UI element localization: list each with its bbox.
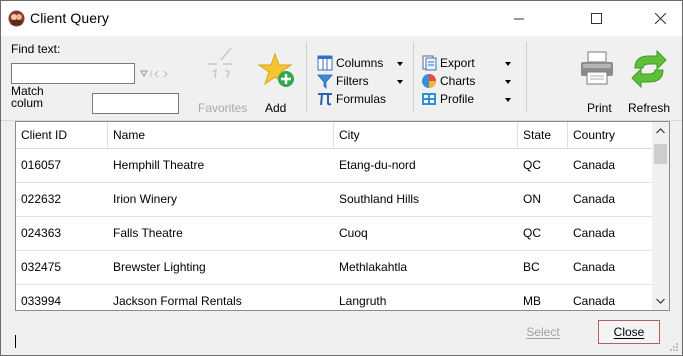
formulas-menu[interactable]: Formulas (317, 91, 386, 107)
column-header-name[interactable]: Name (108, 122, 334, 148)
window-title: Client Query (30, 10, 110, 26)
pi-formula-icon (318, 93, 332, 106)
cell-name: Hemphill Theatre (113, 158, 205, 172)
toolbar: Find text: Match colum Favorites Add Col… (1, 36, 682, 121)
toolbar-separator (306, 42, 307, 112)
scroll-down-icon[interactable] (656, 298, 665, 304)
title-bar: Client Query (1, 1, 682, 36)
filter-icon (317, 74, 333, 89)
find-text-label: Find text: (11, 42, 61, 56)
charts-menu[interactable]: Charts (421, 73, 475, 89)
filters-label: Filters (336, 74, 369, 88)
export-dropdown-arrow[interactable] (505, 62, 511, 66)
printer-icon (581, 51, 613, 85)
table-row[interactable]: 033994 Jackson Formal Rentals Langruth M… (16, 284, 661, 310)
match-column-label-2: colum (11, 96, 44, 110)
export-menu[interactable]: Export (421, 55, 475, 71)
cell-name: Irion Winery (113, 192, 178, 206)
cell-city: Methlakahtla (339, 260, 408, 274)
column-header-state[interactable]: State (518, 122, 568, 148)
star-add-icon (257, 52, 294, 87)
close-button[interactable]: Close (598, 320, 660, 344)
cell-name: Brewster Lighting (113, 260, 206, 274)
charts-dropdown-arrow[interactable] (505, 80, 511, 84)
cell-city: Cuoq (339, 226, 368, 240)
cell-city: Etang-du-nord (339, 158, 416, 172)
minimize-button[interactable] (496, 1, 542, 36)
cell-country: Canada (573, 226, 616, 240)
app-icon (8, 10, 25, 27)
profile-menu[interactable]: Profile (421, 91, 474, 107)
cell-state: BC (523, 260, 540, 274)
formulas-label: Formulas (336, 92, 387, 106)
add-label: Add (265, 101, 287, 115)
columns-menu[interactable]: Columns (317, 55, 383, 71)
export-label: Export (440, 56, 475, 70)
cell-city: Langruth (339, 294, 387, 308)
grid-header: Client ID Name City State Country (16, 122, 661, 149)
cell-country: Canada (573, 260, 616, 274)
select-button[interactable]: Select (513, 320, 573, 344)
find-text-input[interactable] (11, 63, 135, 84)
columns-label: Columns (336, 56, 384, 70)
pie-chart-icon (422, 74, 436, 88)
maximize-icon (590, 13, 602, 24)
toolbar-separator (526, 42, 527, 112)
cell-state: ON (523, 192, 541, 206)
table-row[interactable]: 022632 Irion Winery Southland Hills ON C… (16, 182, 661, 217)
resize-grip-icon[interactable] (669, 342, 679, 352)
minimize-icon (513, 18, 524, 20)
filters-menu[interactable]: Filters (317, 73, 369, 89)
toolbar-separator (413, 42, 414, 112)
cell-name: Falls Theatre (113, 226, 183, 240)
columns-icon (317, 55, 333, 71)
scroll-up-icon[interactable] (656, 128, 665, 134)
cell-country: Canada (573, 158, 616, 172)
client-query-window: Client Query Find text: Match colum Favo… (0, 0, 683, 356)
cell-state: QC (523, 158, 541, 172)
cell-client-id: 033994 (21, 294, 62, 308)
favorites-label: Favorites (198, 101, 248, 115)
cell-name: Jackson Formal Rentals (113, 294, 242, 308)
column-header-country[interactable]: Country (568, 122, 661, 148)
maximize-button[interactable] (573, 1, 619, 36)
filters-dropdown-arrow[interactable] (397, 80, 403, 84)
refresh-label: Refresh (628, 101, 671, 115)
column-header-city[interactable]: City (334, 122, 518, 148)
favorites-icon (207, 47, 233, 79)
close-icon (654, 13, 666, 24)
column-header-client-id[interactable]: Client ID (16, 122, 108, 148)
cell-city: Southland Hills (339, 192, 420, 206)
print-label: Print (587, 101, 612, 115)
results-grid[interactable]: Client ID Name City State Country 016057… (15, 121, 670, 311)
scrollbar-thumb[interactable] (654, 144, 667, 164)
table-row[interactable]: 032475 Brewster Lighting Methlakahtla BC… (16, 250, 661, 285)
status-text-field[interactable] (15, 315, 515, 339)
columns-dropdown-arrow[interactable] (397, 62, 403, 66)
close-label: Close (613, 325, 645, 339)
cell-state: MB (523, 294, 541, 308)
close-window-button[interactable] (637, 1, 683, 36)
charts-label: Charts (440, 74, 476, 88)
profile-icon (422, 93, 436, 105)
cell-client-id: 032475 (21, 260, 62, 274)
cell-state: QC (523, 226, 541, 240)
cell-client-id: 016057 (21, 158, 62, 172)
text-caret (15, 335, 16, 348)
vertical-scrollbar[interactable] (652, 122, 669, 310)
refresh-icon (631, 50, 667, 88)
cell-client-id: 024363 (21, 226, 62, 240)
match-column-input[interactable] (92, 93, 179, 114)
profile-label: Profile (440, 92, 475, 106)
profile-dropdown-arrow[interactable] (505, 98, 511, 102)
cell-client-id: 022632 (21, 192, 62, 206)
table-row[interactable]: 016057 Hemphill Theatre Etang-du-nord QC… (16, 148, 661, 183)
cell-country: Canada (573, 192, 616, 206)
find-options-icon[interactable] (139, 69, 179, 79)
table-row[interactable]: 024363 Falls Theatre Cuoq QC Canada (16, 216, 661, 251)
export-icon (422, 55, 437, 71)
cell-country: Canada (573, 294, 616, 308)
select-label: Select (526, 325, 560, 339)
